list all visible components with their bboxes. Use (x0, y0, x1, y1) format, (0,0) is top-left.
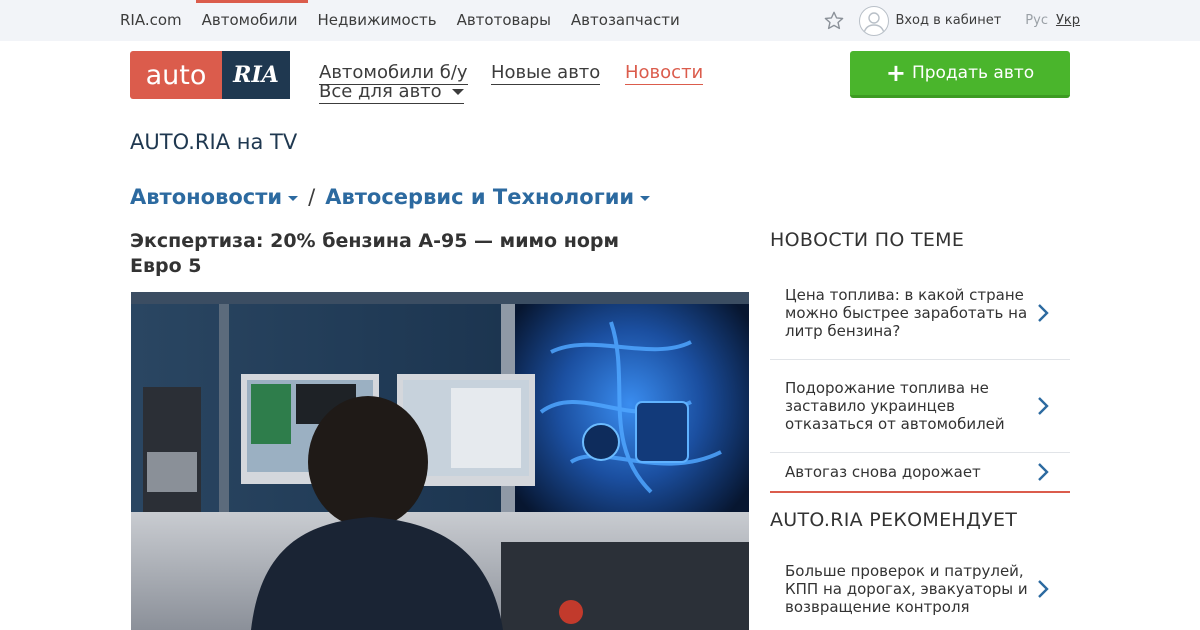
nav-all-for-car-label: Все для авто (319, 81, 442, 102)
sell-car-button[interactable]: + Продать авто (850, 51, 1070, 98)
nav-new-cars[interactable]: Новые авто (491, 62, 601, 85)
logo-ria-part: RIA (222, 51, 290, 99)
auto-ria-logo[interactable]: auto RIA (130, 51, 290, 99)
chevron-right-icon (1038, 579, 1049, 598)
portal-link-autoparts[interactable]: Автозапчасти (571, 0, 680, 41)
top-bar: RIA.com Автомобили Недвижимость Автотова… (0, 0, 1200, 41)
chevron-right-icon (1038, 304, 1049, 322)
chevron-right-icon (1038, 463, 1049, 481)
chevron-right-icon (1038, 397, 1049, 415)
portal-link-autogoods[interactable]: Автотовары (457, 0, 551, 41)
related-news-item[interactable]: Автогаз снова дорожает (770, 453, 1070, 493)
related-news-text: Подорожание топлива не заставило украинц… (785, 379, 1005, 433)
caret-down-icon (451, 89, 464, 95)
breadcrumb-autoservice[interactable]: Автосервис и Технологии (325, 185, 651, 209)
top-right-controls: Вход в кабинет Рус Укр (823, 0, 1080, 41)
related-news-list: Цена топлива: в какой стране можно быстр… (770, 267, 1070, 493)
breadcrumb: Автоновости / Автосервис и Технологии (130, 185, 651, 209)
recommends-list: Больше проверок и патрулей, КПП на дорог… (770, 547, 1070, 630)
recommends-text: Больше проверок и патрулей, КПП на дорог… (785, 561, 1028, 616)
caret-down-icon (640, 195, 651, 201)
portal-link-ria[interactable]: RIA.com (120, 0, 182, 41)
logo-auto-part: auto (130, 51, 222, 99)
related-news-text: Автогаз снова дорожает (785, 463, 981, 481)
login-link[interactable]: Вход в кабинет (895, 13, 1001, 28)
related-news-item[interactable]: Подорожание топлива не заставило украинц… (770, 360, 1070, 453)
related-news-item[interactable]: Цена топлива: в какой стране можно быстр… (770, 267, 1070, 360)
breadcrumb-autoservice-label: Автосервис и Технологии (325, 185, 635, 209)
portal-nav: RIA.com Автомобили Недвижимость Автотова… (120, 0, 700, 41)
article-headline: Экспертиза: 20% бензина А-95 — мимо норм… (130, 230, 620, 277)
breadcrumb-autonews[interactable]: Автоновости (130, 185, 299, 209)
nav-all-for-car[interactable]: Все для авто (319, 81, 464, 104)
portal-link-realty[interactable]: Недвижимость (318, 0, 437, 41)
nav-news[interactable]: Новости (625, 62, 704, 85)
related-news-title: НОВОСТИ ПО ТЕМЕ (770, 229, 965, 251)
sell-car-label: Продать авто (911, 63, 1035, 83)
caret-down-icon (288, 195, 299, 201)
portal-link-cars[interactable]: Автомобили (195, 0, 308, 41)
article-image (131, 292, 749, 630)
plus-icon: + (885, 59, 906, 87)
lang-ru[interactable]: Рус (1025, 13, 1048, 28)
page-title: AUTO.RIA на TV (130, 130, 298, 154)
lang-ua[interactable]: Укр (1056, 13, 1080, 28)
breadcrumb-autonews-label: Автоновости (130, 185, 283, 209)
star-icon[interactable] (823, 10, 845, 32)
related-news-text: Цена топлива: в какой стране можно быстр… (785, 286, 1028, 340)
recommends-item[interactable]: Больше проверок и патрулей, КПП на дорог… (770, 547, 1070, 630)
user-icon[interactable] (859, 5, 890, 36)
breadcrumb-separator: / (308, 185, 316, 209)
recommends-title: AUTO.RIA РЕКОМЕНДУЕТ (770, 509, 1018, 531)
